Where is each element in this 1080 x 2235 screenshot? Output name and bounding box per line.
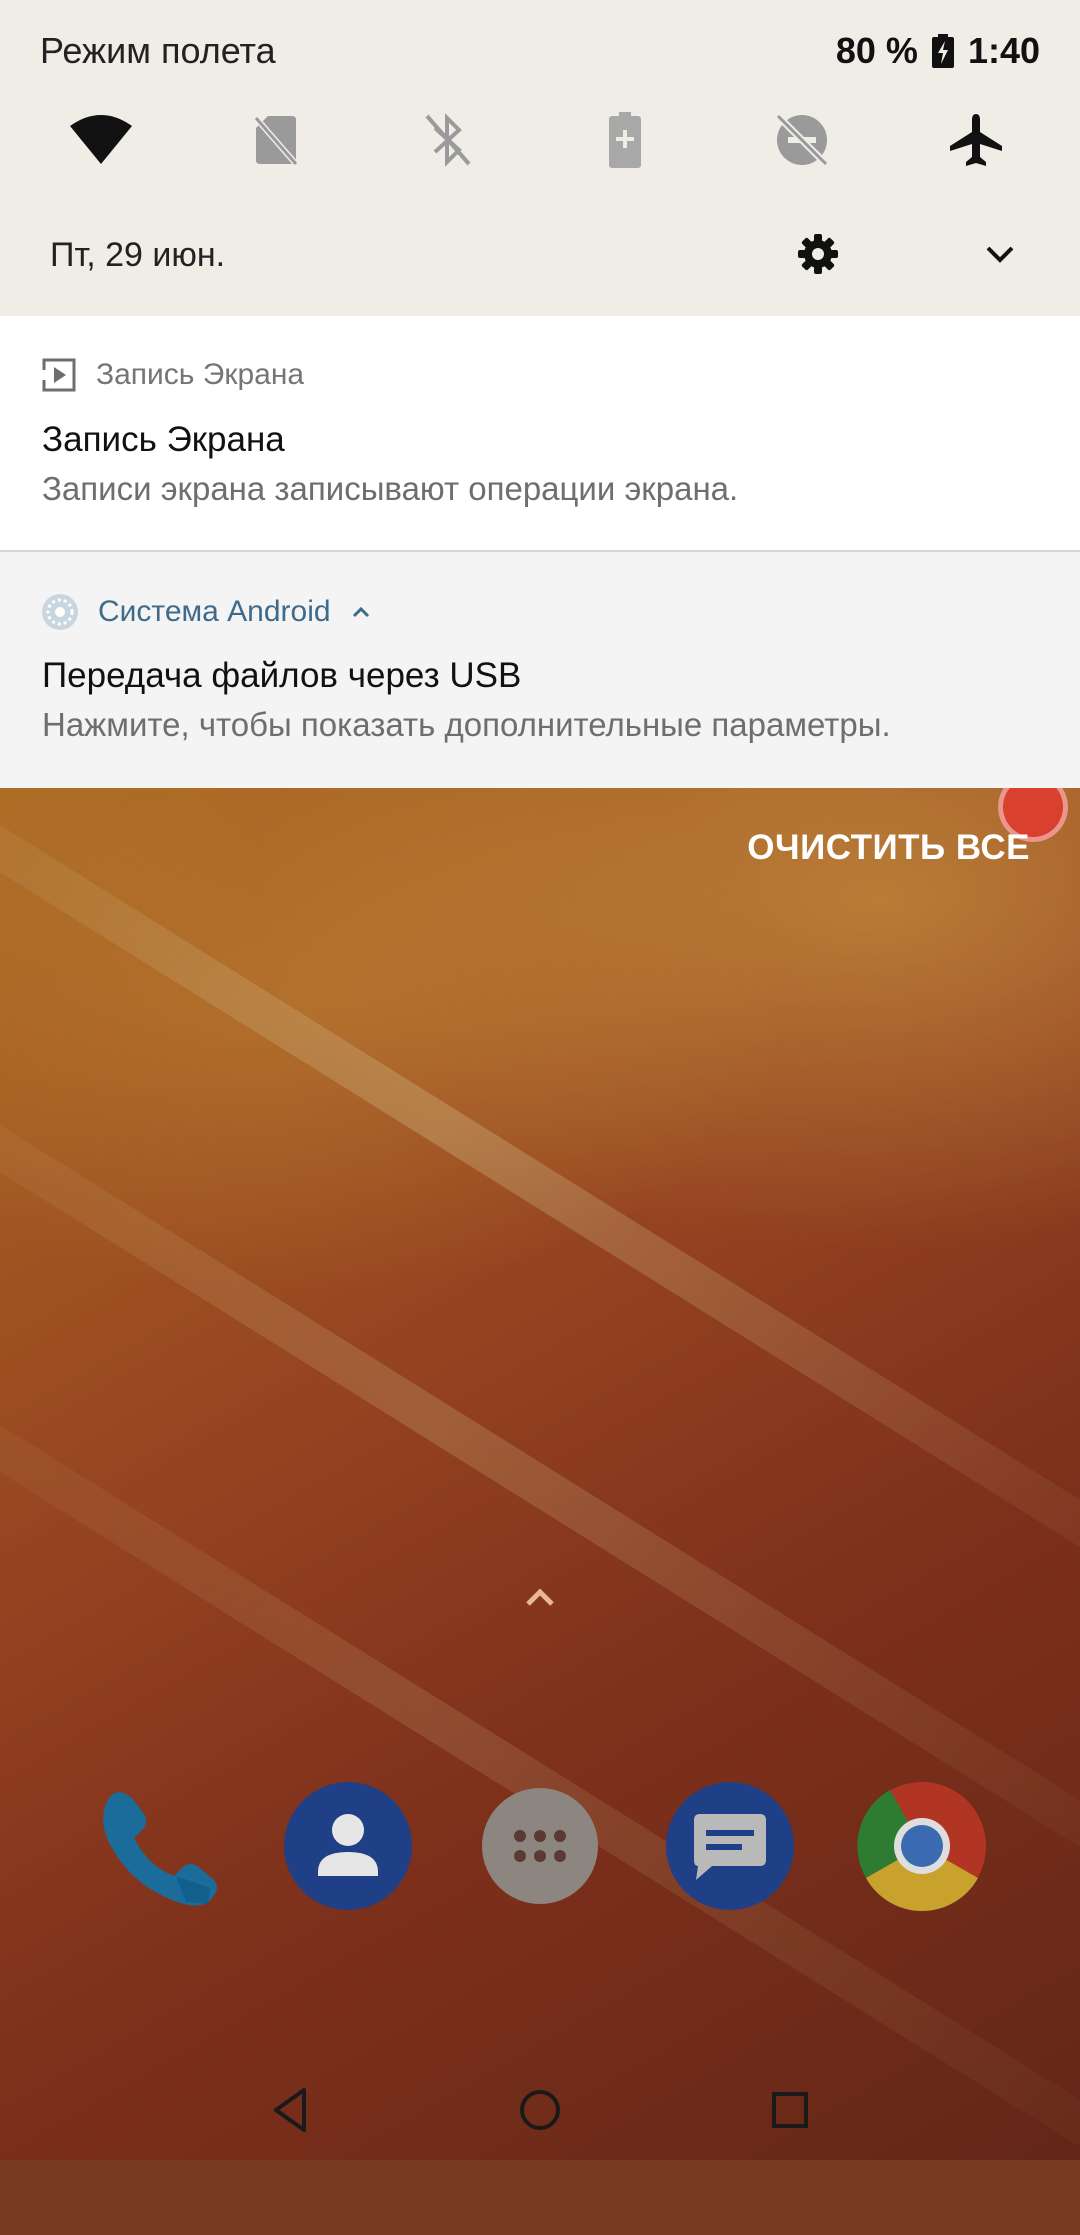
android-system-icon [42,594,78,630]
screen-record-app-icon [42,358,76,392]
wifi-tile[interactable] [61,100,141,180]
phone-icon[interactable] [92,1780,224,1912]
sim-tile[interactable] [236,100,316,180]
quick-settings-panel: Режим полета 80 % 1:40 Пт, 29 июн. [0,0,1080,316]
notification-header: Система Android [40,592,373,632]
contacts-icon[interactable] [282,1780,414,1912]
settings-gear-icon[interactable] [796,232,840,276]
expand-chevron-down-icon[interactable] [980,234,1020,274]
battery-charging-icon [931,34,954,68]
notification-title: Запись Экрана [42,420,285,459]
app-drawer-chevron-up-icon[interactable] [520,1582,560,1612]
notification-text: Записи экрана записывают операции экрана… [42,470,739,507]
battery-saver-tile[interactable] [585,100,665,180]
bluetooth-tile[interactable] [408,100,488,180]
do-not-disturb-off-icon [775,113,829,167]
airplane-mode-label: Режим полета [40,30,276,71]
no-sim-icon [254,116,298,166]
bluetooth-off-icon [425,113,471,167]
notification-header: Запись Экрана [40,356,304,394]
messages-icon[interactable] [664,1780,796,1912]
quick-settings-tiles [0,100,1080,180]
recents-icon[interactable] [760,2080,820,2140]
chrome-icon[interactable] [856,1780,988,1912]
airplane-mode-icon [950,114,1002,166]
clock: 1:40 [967,30,1040,71]
notification-app-name: Система Android [98,595,331,628]
wifi-icon [70,115,132,164]
do-not-disturb-tile[interactable] [762,100,842,180]
notification-screen-recorder[interactable]: Запись Экрана Запись Экрана Записи экран… [0,316,1080,552]
airplane-tile[interactable] [936,100,1016,180]
notification-title: Передача файлов через USB [42,656,522,695]
dock [0,1780,1080,1920]
battery-percent: 80 % [835,30,918,71]
battery-saver-icon [609,112,641,168]
app-drawer-icon[interactable] [474,1780,606,1912]
status-bar-right: 80 % 1:40 [836,30,1040,72]
back-icon[interactable] [260,2080,320,2140]
notification-app-name: Запись Экрана [96,358,305,391]
notification-usb-transfer[interactable]: Система Android Передача файлов через US… [0,552,1080,788]
notification-text: Нажмите, чтобы показать дополнительные п… [42,706,891,743]
date-label: Пт, 29 июн. [50,236,226,274]
collapse-chevron-up-icon[interactable] [349,600,373,624]
home-icon[interactable] [510,2080,570,2140]
clear-all-button[interactable]: ОЧИСТИТЬ ВСЕ [747,828,1030,868]
navigation-bar [0,2060,1080,2160]
